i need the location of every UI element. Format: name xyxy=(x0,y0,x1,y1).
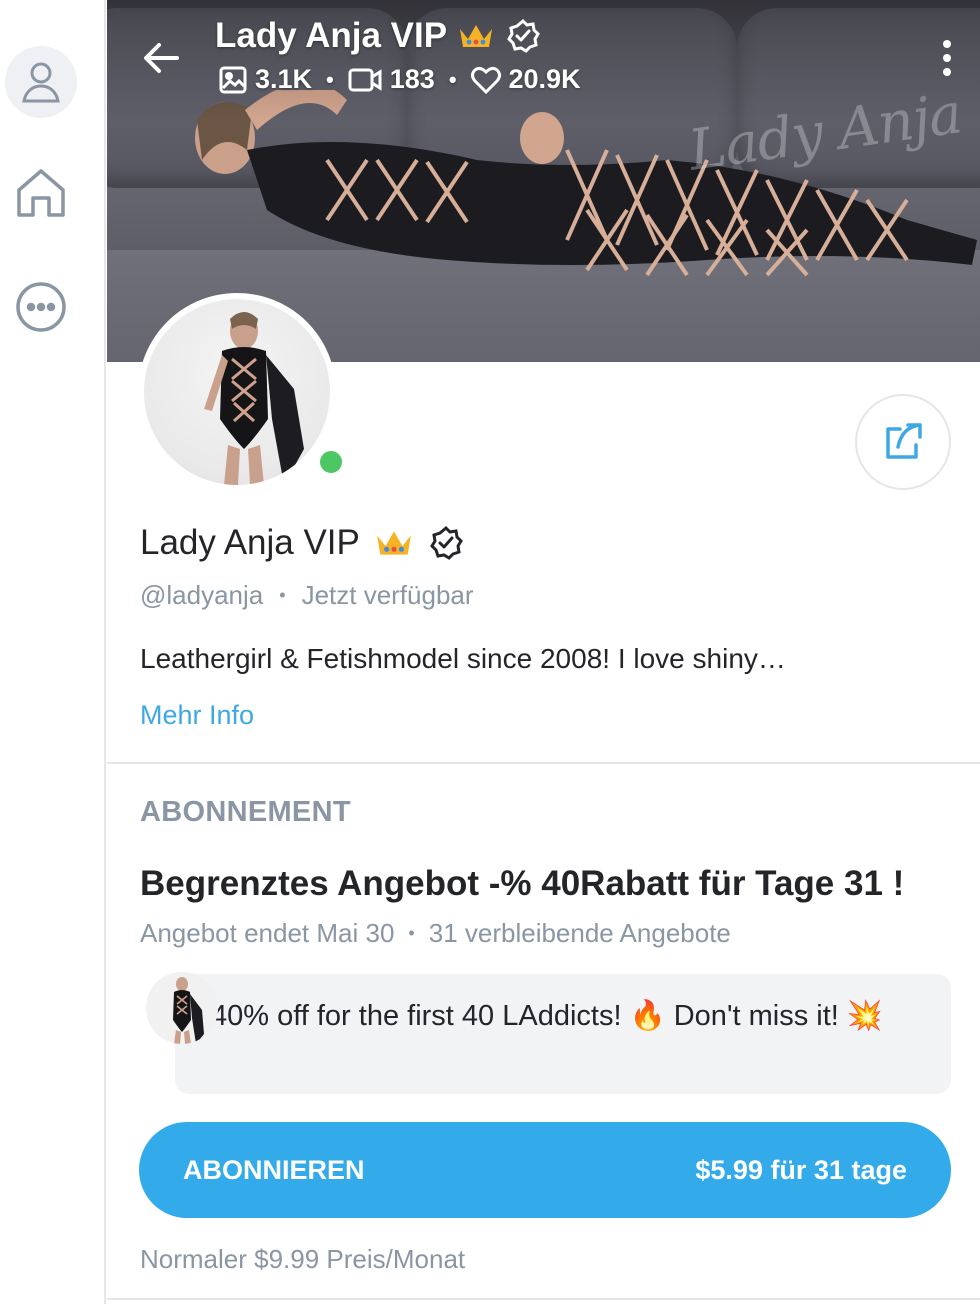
more-button[interactable] xyxy=(10,276,72,338)
more-info-link[interactable]: Mehr Info xyxy=(140,700,254,731)
like-count: 20.9K xyxy=(470,64,581,95)
video-icon xyxy=(348,68,382,91)
profile-avatar[interactable] xyxy=(138,293,346,491)
like-count-value: 20.9K xyxy=(508,64,581,94)
offer-end-date: Angebot endet Mai 30 xyxy=(140,918,395,948)
promo-message-avatar xyxy=(146,972,218,1044)
section-divider xyxy=(107,1298,980,1300)
home-icon xyxy=(17,169,65,217)
share-icon xyxy=(886,423,922,459)
avatar-model-figure xyxy=(204,312,304,485)
offers-remaining: 31 verbleibende Angebote xyxy=(428,918,731,948)
promo-separator: • xyxy=(408,923,415,943)
subscription-heading: ABONNEMENT xyxy=(140,796,351,828)
share-button[interactable] xyxy=(855,394,951,490)
more-dots-icon xyxy=(16,282,66,332)
stat-separator: • xyxy=(326,66,334,92)
subscribe-button-label: ABONNIEREN xyxy=(183,1154,365,1185)
handle-row: @ladyanja • Jetzt verfügbar xyxy=(140,580,474,611)
verified-badge-icon xyxy=(430,525,463,560)
profile-name-row: Lady Anja VIP xyxy=(140,523,464,563)
user-avatar-button[interactable] xyxy=(5,46,77,118)
section-divider xyxy=(107,762,980,764)
crown-icon xyxy=(377,531,411,555)
left-rail xyxy=(0,0,106,1304)
avatar-mini-figure xyxy=(146,972,218,1044)
cover-title-row: Lady Anja VIP xyxy=(215,16,541,56)
avatar-photo xyxy=(144,299,330,485)
home-button[interactable] xyxy=(10,162,72,224)
verified-badge-icon xyxy=(507,18,540,53)
crown-icon xyxy=(460,25,493,47)
user-icon xyxy=(22,62,60,103)
status-separator: • xyxy=(279,585,286,605)
photo-count: 3.1K xyxy=(219,64,312,95)
profile-handle: @ladyanja xyxy=(140,580,264,610)
promo-message-bubble: 40% off for the first 40 LAddicts! 🔥 Don… xyxy=(175,974,951,1094)
arrow-left-icon xyxy=(144,43,179,73)
cover-title: Lady Anja VIP xyxy=(215,16,448,55)
subscribe-button[interactable]: ABONNIEREN $5.99 für 31 tage xyxy=(139,1122,951,1218)
stat-separator: • xyxy=(448,66,457,92)
image-icon xyxy=(219,66,247,93)
cover-stats: 3.1K • 183 • 20.9K xyxy=(219,64,581,95)
photo-count-value: 3.1K xyxy=(255,64,313,94)
video-count: 183 xyxy=(348,64,435,95)
promo-meta: Angebot endet Mai 30 • 31 verbleibende A… xyxy=(140,918,731,949)
profile-main: Lady Anja Lady Anja VIP 3.1K • 183 • 20.… xyxy=(107,0,980,1304)
subscribe-button-price: $5.99 für 31 tage xyxy=(695,1154,907,1185)
promo-title: Begrenztes Angebot -% 40Rabatt für Tage … xyxy=(140,864,905,903)
back-button[interactable] xyxy=(137,34,185,82)
online-status-dot xyxy=(316,447,346,477)
kebab-menu-icon[interactable] xyxy=(932,36,962,80)
promo-message-text: 40% off for the first 40 LAddicts! 🔥 Don… xyxy=(211,1000,883,1032)
video-count-value: 183 xyxy=(389,64,435,94)
availability-status: Jetzt verfügbar xyxy=(301,580,474,610)
normal-price-note: Normaler $9.99 Preis/Monat xyxy=(140,1244,466,1274)
profile-bio: Leathergirl & Fetishmodel since 2008! I … xyxy=(140,643,786,674)
profile-name: Lady Anja VIP xyxy=(140,523,360,562)
heart-icon xyxy=(470,66,501,94)
